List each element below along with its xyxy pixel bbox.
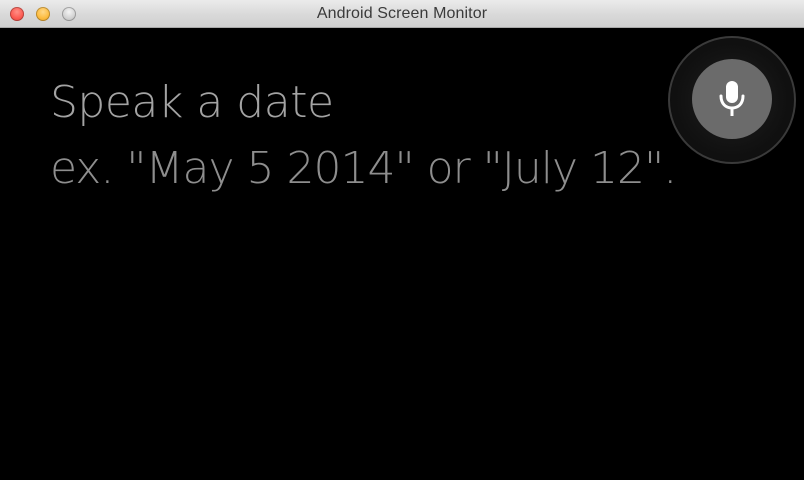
title-bar[interactable]: Android Screen Monitor bbox=[0, 0, 804, 28]
window-title: Android Screen Monitor bbox=[316, 5, 488, 22]
microphone-icon bbox=[719, 81, 745, 116]
app-window: Android Screen Monitor Speak a date ex. … bbox=[0, 0, 804, 480]
mic-button[interactable] bbox=[692, 59, 772, 139]
device-screen: Speak a date ex. "May 5 2014" or "July 1… bbox=[0, 29, 804, 480]
prompt-example: ex. "May 5 2014" or "July 12". bbox=[50, 143, 677, 194]
prompt-title: Speak a date bbox=[50, 77, 334, 128]
